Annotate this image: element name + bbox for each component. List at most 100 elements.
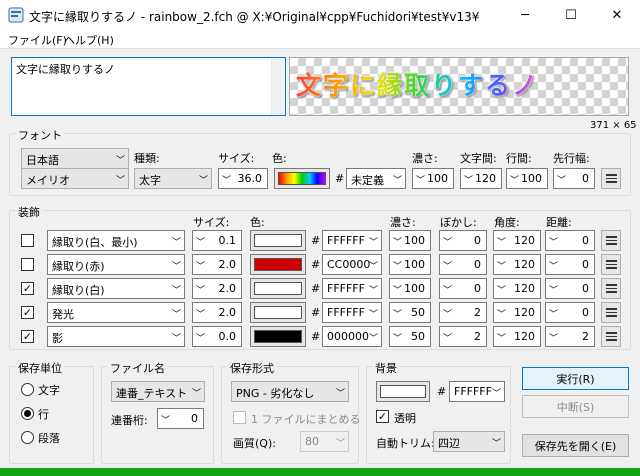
decoration-type-select[interactable]: 縁取り(白) ﹀ — [47, 278, 185, 299]
decoration-menu-button[interactable] — [601, 230, 621, 251]
decoration-color-button[interactable] — [250, 302, 306, 323]
chevron-down-icon[interactable]: ﹀ — [161, 413, 170, 426]
decoration-checkbox[interactable] — [21, 234, 34, 247]
background-color-button[interactable] — [376, 381, 430, 402]
char-spacing-spinner[interactable]: ﹀ 120 — [460, 168, 502, 189]
decoration-checkbox[interactable]: ✓ — [21, 282, 34, 295]
quality-select[interactable]: 80 ﹀ — [300, 431, 349, 452]
run-button[interactable]: 実行(R) — [522, 367, 629, 390]
font-style-select[interactable]: 太字 ﹀ — [134, 168, 212, 189]
decoration-density-spinner[interactable]: ﹀ 100 — [389, 254, 431, 275]
decoration-color-code-select[interactable]: FFFFFF ﹀ — [322, 230, 382, 251]
line-spacing-spinner[interactable]: ﹀ 100 — [506, 168, 548, 189]
decoration-density-spinner[interactable]: ﹀ 50 — [389, 326, 431, 347]
format-select[interactable]: PNG - 劣化なし ﹀ — [231, 381, 349, 402]
minimize-button[interactable]: ─ — [502, 0, 548, 30]
decoration-type-select[interactable]: 縁取り(白、最小) ﹀ — [47, 230, 185, 251]
decoration-menu-button[interactable] — [601, 254, 621, 275]
chevron-down-icon[interactable]: ﹀ — [497, 331, 506, 344]
chevron-down-icon[interactable]: ﹀ — [549, 307, 558, 320]
chevron-down-icon[interactable]: ﹀ — [196, 259, 205, 272]
chevron-down-icon[interactable]: ﹀ — [557, 173, 566, 186]
decoration-distance-spinner[interactable]: ﹀ 0 — [545, 278, 595, 299]
decoration-color-code-select[interactable]: CC0000 ﹀ — [322, 254, 382, 275]
chevron-down-icon[interactable]: ﹀ — [443, 307, 452, 320]
decoration-blur-spinner[interactable]: ﹀ 2 — [439, 302, 487, 323]
decoration-type-select[interactable]: 縁取り(赤) ﹀ — [47, 254, 185, 275]
decoration-distance-spinner[interactable]: ﹀ 2 — [545, 326, 595, 347]
open-destination-button[interactable]: 保存先を開く(E) — [522, 434, 629, 457]
decoration-blur-spinner[interactable]: ﹀ 0 — [439, 254, 487, 275]
decoration-size-spinner[interactable]: ﹀ 2.0 — [192, 278, 242, 299]
language-select[interactable]: 日本語 ﹀ — [21, 148, 129, 169]
trim-select[interactable]: 四辺 ﹀ — [433, 431, 505, 452]
chevron-down-icon[interactable]: ﹀ — [393, 283, 402, 296]
chevron-down-icon[interactable]: ﹀ — [549, 259, 558, 272]
decoration-density-spinner[interactable]: ﹀ 100 — [389, 278, 431, 299]
decoration-color-code-select[interactable]: FFFFFF ﹀ — [322, 278, 382, 299]
stop-button[interactable]: 中断(S) — [522, 395, 629, 418]
decoration-color-button[interactable] — [250, 254, 306, 275]
save-unit-radio[interactable] — [21, 383, 34, 396]
decoration-blur-spinner[interactable]: ﹀ 2 — [439, 326, 487, 347]
chevron-down-icon[interactable]: ﹀ — [549, 235, 558, 248]
chevron-down-icon[interactable]: ﹀ — [497, 259, 506, 272]
maximize-button[interactable]: ☐ — [548, 0, 594, 30]
chevron-down-icon[interactable]: ﹀ — [196, 331, 205, 344]
chevron-down-icon[interactable]: ﹀ — [393, 235, 402, 248]
decoration-angle-spinner[interactable]: ﹀ 120 — [493, 230, 541, 251]
decoration-distance-spinner[interactable]: ﹀ 0 — [545, 254, 595, 275]
font-color-button[interactable] — [274, 168, 330, 189]
chevron-down-icon[interactable]: ﹀ — [497, 235, 506, 248]
decoration-angle-spinner[interactable]: ﹀ 120 — [493, 254, 541, 275]
decoration-size-spinner[interactable]: ﹀ 2.0 — [192, 302, 242, 323]
decoration-menu-button[interactable] — [601, 278, 621, 299]
decoration-size-spinner[interactable]: ﹀ 0.1 — [192, 230, 242, 251]
text-input[interactable]: 文字に縁取りするノ — [11, 57, 286, 116]
decoration-distance-spinner[interactable]: ﹀ 0 — [545, 302, 595, 323]
decoration-menu-button[interactable] — [601, 302, 621, 323]
decoration-color-button[interactable] — [250, 278, 306, 299]
chevron-down-icon[interactable]: ﹀ — [393, 331, 402, 344]
chevron-down-icon[interactable]: ﹀ — [510, 173, 519, 186]
chevron-down-icon[interactable]: ﹀ — [393, 259, 402, 272]
decoration-color-button[interactable] — [250, 326, 306, 347]
chevron-down-icon[interactable]: ﹀ — [497, 307, 506, 320]
decoration-checkbox[interactable] — [21, 258, 34, 271]
decoration-density-spinner[interactable]: ﹀ 100 — [389, 230, 431, 251]
decoration-size-spinner[interactable]: ﹀ 2.0 — [192, 254, 242, 275]
decoration-blur-spinner[interactable]: ﹀ 0 — [439, 230, 487, 251]
decoration-type-select[interactable]: 影 ﹀ — [47, 326, 185, 347]
font-color-code-select[interactable]: 未定義 ﹀ — [346, 168, 406, 189]
decoration-angle-spinner[interactable]: ﹀ 120 — [493, 302, 541, 323]
save-unit-radio[interactable] — [21, 431, 34, 444]
chevron-down-icon[interactable]: ﹀ — [196, 283, 205, 296]
font-menu-button[interactable] — [601, 168, 621, 189]
save-unit-radio[interactable] — [21, 407, 34, 420]
font-density-spinner[interactable]: ﹀ 100 — [412, 168, 454, 189]
menu-help[interactable]: ヘルプ(H) — [64, 32, 114, 48]
chevron-down-icon[interactable]: ﹀ — [443, 331, 452, 344]
chevron-down-icon[interactable]: ﹀ — [222, 173, 231, 186]
decoration-density-spinner[interactable]: ﹀ 50 — [389, 302, 431, 323]
text-input-scrollbar[interactable] — [271, 58, 285, 115]
decoration-menu-button[interactable] — [601, 326, 621, 347]
line-width-spinner[interactable]: ﹀ 0 — [553, 168, 595, 189]
decoration-color-code-select[interactable]: FFFFFF ﹀ — [322, 302, 382, 323]
chevron-down-icon[interactable]: ﹀ — [443, 259, 452, 272]
transparent-checkbox[interactable]: ✓ — [376, 410, 389, 423]
chevron-down-icon[interactable]: ﹀ — [549, 331, 558, 344]
chevron-down-icon[interactable]: ﹀ — [196, 307, 205, 320]
decoration-angle-spinner[interactable]: ﹀ 120 — [493, 326, 541, 347]
decoration-checkbox[interactable]: ✓ — [21, 330, 34, 343]
decoration-blur-spinner[interactable]: ﹀ 0 — [439, 278, 487, 299]
decoration-color-button[interactable] — [250, 230, 306, 251]
chevron-down-icon[interactable]: ﹀ — [549, 283, 558, 296]
file-name-mode-select[interactable]: 連番_テキスト ﹀ — [111, 381, 205, 402]
decoration-type-select[interactable]: 発光 ﹀ — [47, 302, 185, 323]
background-code-select[interactable]: FFFFFF ﹀ — [449, 381, 505, 402]
chevron-down-icon[interactable]: ﹀ — [393, 307, 402, 320]
font-family-select[interactable]: メイリオ ﹀ — [21, 168, 129, 189]
chevron-down-icon[interactable]: ﹀ — [464, 173, 473, 186]
chevron-down-icon[interactable]: ﹀ — [443, 235, 452, 248]
